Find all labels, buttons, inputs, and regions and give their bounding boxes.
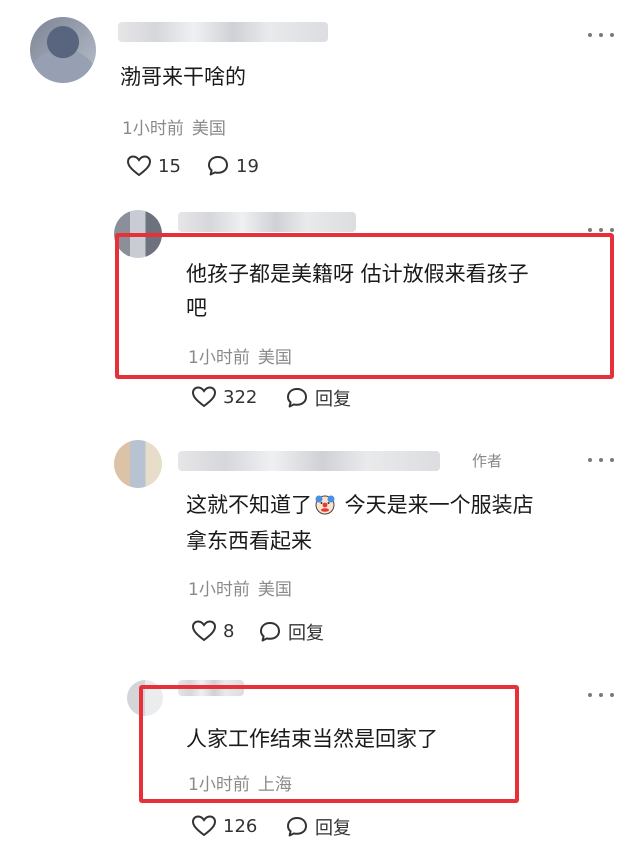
like-button[interactable]: 322	[191, 385, 257, 409]
avatar[interactable]	[114, 440, 162, 488]
like-button[interactable]: 8	[191, 619, 234, 643]
clown-face-emoji	[314, 492, 336, 515]
comment-time: 1小时前	[188, 775, 250, 795]
more-dots-icon[interactable]	[588, 31, 614, 39]
comment-text-line-2: 拿东西看起来	[186, 529, 312, 553]
reply-label: 回复	[288, 623, 324, 644]
reply-label: 回复	[315, 818, 351, 839]
more-dots-icon[interactable]	[588, 691, 614, 699]
reply-count-button[interactable]: 19	[206, 154, 259, 178]
comment-time: 1小时前	[122, 119, 184, 139]
like-count: 322	[223, 386, 258, 408]
comment-text: 渤哥来干啥的	[120, 65, 246, 89]
like-count: 126	[223, 815, 258, 837]
comment-location: 美国	[191, 119, 226, 139]
comment-meta: 1小时前 美国	[188, 343, 292, 368]
reply-label: 回复	[315, 389, 351, 410]
comment-text-line-2: 吧	[186, 296, 207, 320]
heart-outline-icon	[191, 814, 217, 838]
comment-text-part: 这就不知道了	[186, 493, 312, 517]
speech-bubble-icon	[285, 386, 309, 410]
speech-bubble-icon	[285, 815, 309, 839]
comment-time: 1小时前	[188, 348, 250, 368]
comment-text-line-1: 他孩子都是美籍呀 估计放假来看孩子	[186, 262, 529, 286]
username-blurred[interactable]	[178, 451, 440, 471]
speech-bubble-icon	[206, 154, 230, 178]
heart-outline-icon	[126, 154, 152, 178]
comment-text: 人家工作结束当然是回家了	[186, 727, 438, 751]
avatar[interactable]	[30, 17, 96, 83]
comment-text-part: 今天是来一个服装店	[338, 493, 534, 517]
username-blurred[interactable]	[118, 22, 328, 42]
reply-button[interactable]: 回复	[285, 385, 351, 411]
like-count: 8	[223, 620, 235, 642]
author-badge: 作者	[472, 452, 503, 470]
like-button[interactable]: 126	[191, 814, 257, 838]
heart-outline-icon	[191, 385, 217, 409]
comment-meta: 1小时前 美国	[122, 114, 226, 139]
reply-button[interactable]: 回复	[285, 814, 351, 840]
more-dots-icon[interactable]	[588, 456, 614, 464]
heart-outline-icon	[191, 619, 217, 643]
like-button[interactable]: 15	[126, 154, 181, 178]
comment-location: 美国	[257, 580, 292, 600]
reply-count: 19	[236, 155, 259, 177]
like-count: 15	[158, 155, 181, 177]
comment-time: 1小时前	[188, 580, 250, 600]
comment-text-line-1: 这就不知道了 今天是来一个服装店	[186, 489, 534, 521]
comment-meta: 1小时前 美国	[188, 575, 292, 600]
comment-meta: 1小时前 上海	[188, 770, 292, 795]
reply-button[interactable]: 回复	[258, 619, 324, 645]
comment-location: 上海	[257, 775, 292, 795]
speech-bubble-icon	[258, 620, 282, 644]
username-blurred[interactable]	[178, 212, 356, 232]
comment-location: 美国	[257, 348, 292, 368]
